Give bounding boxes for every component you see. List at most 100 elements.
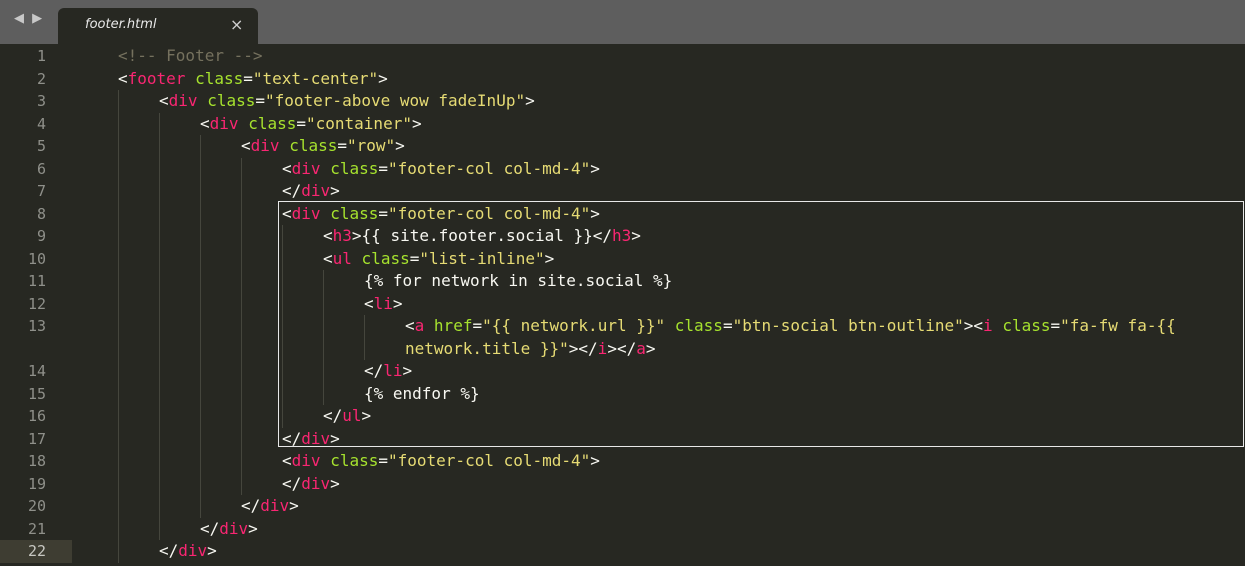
code-token-tag: div (178, 541, 208, 560)
code-token-str: "footer-above wow fadeInUp" (265, 91, 526, 110)
indent-guide (200, 135, 201, 158)
code-line[interactable]: <ul class="list-inline"> (323, 248, 554, 271)
indent-guide (118, 225, 119, 248)
code-token-tag: ul (332, 248, 352, 268)
code-token-tag: div (250, 136, 280, 155)
code-token-punc: > (248, 518, 258, 538)
code-token-comment: <!-- Footer --> (118, 46, 263, 65)
code-token-attr: href (433, 316, 473, 335)
code-token-tag: a (636, 338, 646, 358)
code-token-punc: = (337, 136, 347, 155)
indent-guide (159, 337, 160, 360)
close-icon[interactable]: × (230, 15, 243, 34)
indent-guide (159, 360, 160, 383)
code-line[interactable]: <div class="row"> (241, 135, 405, 158)
indent-guide (159, 157, 160, 180)
indent-guide (200, 270, 201, 293)
code-line[interactable]: network.title }}"></i></a> (405, 338, 656, 361)
code-token-text: {{ site.footer.social }} (361, 226, 593, 245)
code-line[interactable]: {% for network in site.social %} (364, 270, 672, 293)
code-token-tag: div (291, 451, 321, 470)
code-token-punc: < (364, 293, 374, 313)
code-line[interactable]: <a href="{{ network.url }}" class="btn-s… (405, 315, 1176, 338)
indent-guide (118, 472, 119, 495)
code-line[interactable]: </div> (241, 495, 299, 518)
code-line[interactable]: <div class="footer-col col-md-4"> (282, 158, 600, 181)
code-line[interactable]: <li> (364, 293, 403, 316)
indent-guide (200, 472, 201, 495)
indent-guide (282, 382, 283, 405)
indent-guide (118, 135, 119, 158)
indent-guide (241, 360, 242, 383)
indent-guide (159, 225, 160, 248)
indent-guide (118, 315, 119, 338)
code-line[interactable]: </li> (364, 360, 412, 383)
code-line[interactable]: <div class="footer-col col-md-4"> (282, 203, 600, 226)
code-token-tag: li (383, 361, 403, 380)
code-token-tag: div (301, 428, 331, 448)
indent-guide (118, 270, 119, 293)
code-token-punc: = (296, 113, 306, 133)
code-token-tag: a (414, 316, 425, 335)
code-line[interactable]: </div> (282, 473, 340, 496)
indent-guide (200, 202, 201, 225)
code-line[interactable]: <div class="footer-above wow fadeInUp"> (159, 90, 535, 113)
code-token-punc: = (378, 451, 388, 470)
code-token-str: "footer-col col-md-4" (388, 451, 591, 470)
indent-guide (159, 292, 160, 315)
code-token-punc: ></ (607, 338, 637, 358)
code-token-punc: < (323, 226, 333, 245)
code-token-attr: class (330, 203, 379, 223)
tab-nav-arrows-icon[interactable]: ◀ ▶ (14, 11, 44, 26)
code-line[interactable]: </div> (159, 540, 217, 563)
indent-guide (282, 270, 283, 293)
code-token-punc: > (631, 226, 641, 245)
indent-guide (159, 202, 160, 225)
code-line[interactable]: <h3>{{ site.footer.social }}</h3> (323, 225, 641, 248)
code-line[interactable]: </div> (282, 428, 340, 451)
code-token-punc: = (255, 91, 265, 110)
code-line[interactable]: </ul> (323, 405, 371, 428)
indent-guide (118, 517, 119, 540)
code-token-punc: > (544, 248, 555, 268)
indent-guide (159, 495, 160, 518)
indent-guide (241, 180, 242, 203)
code-line[interactable]: {% endfor %} (364, 383, 480, 406)
code-line[interactable]: </div> (282, 180, 340, 203)
indent-guide (241, 270, 242, 293)
indent-guide (241, 247, 242, 270)
indent-guide (159, 315, 160, 338)
indent-guide (323, 315, 324, 338)
tab-footer-html[interactable]: footer.html × (58, 8, 258, 44)
code-token-str: "list-inline" (419, 248, 545, 268)
code-token-punc: > (392, 293, 403, 313)
code-token-tag: div (209, 113, 239, 133)
indent-guide (159, 405, 160, 428)
code-line[interactable]: <div class="footer-col col-md-4"> (282, 450, 600, 473)
code-token-punc: < (200, 113, 210, 133)
code-token-attr: class (195, 68, 244, 88)
code-token-text: {% for network in site.social %} (364, 271, 673, 290)
indent-guide (159, 112, 160, 135)
code-line[interactable]: <footer class="text-center"> (118, 68, 388, 91)
code-editor[interactable]: 1 2 3 4 5 6 7 8 9 10 11 12 13 14 15 16 17 18 19 20 21 22 <!--… (0, 44, 1245, 566)
code-line[interactable]: </div> (200, 518, 258, 541)
indent-guide (200, 405, 201, 428)
indent-guide (241, 202, 242, 225)
code-line[interactable]: <div class="container"> (200, 113, 422, 136)
indent-guide (241, 427, 242, 450)
indent-guide (241, 225, 242, 248)
indent-guide (118, 180, 119, 203)
code-area[interactable]: <!-- Footer --> <footer class="text-cente… (0, 44, 1245, 566)
code-token-tag: footer (127, 68, 186, 88)
code-token-punc: = (409, 248, 420, 268)
code-line[interactable]: <!-- Footer --> (118, 45, 263, 68)
indent-guide (118, 540, 119, 563)
indent-guide (118, 292, 119, 315)
indent-guide (159, 517, 160, 540)
